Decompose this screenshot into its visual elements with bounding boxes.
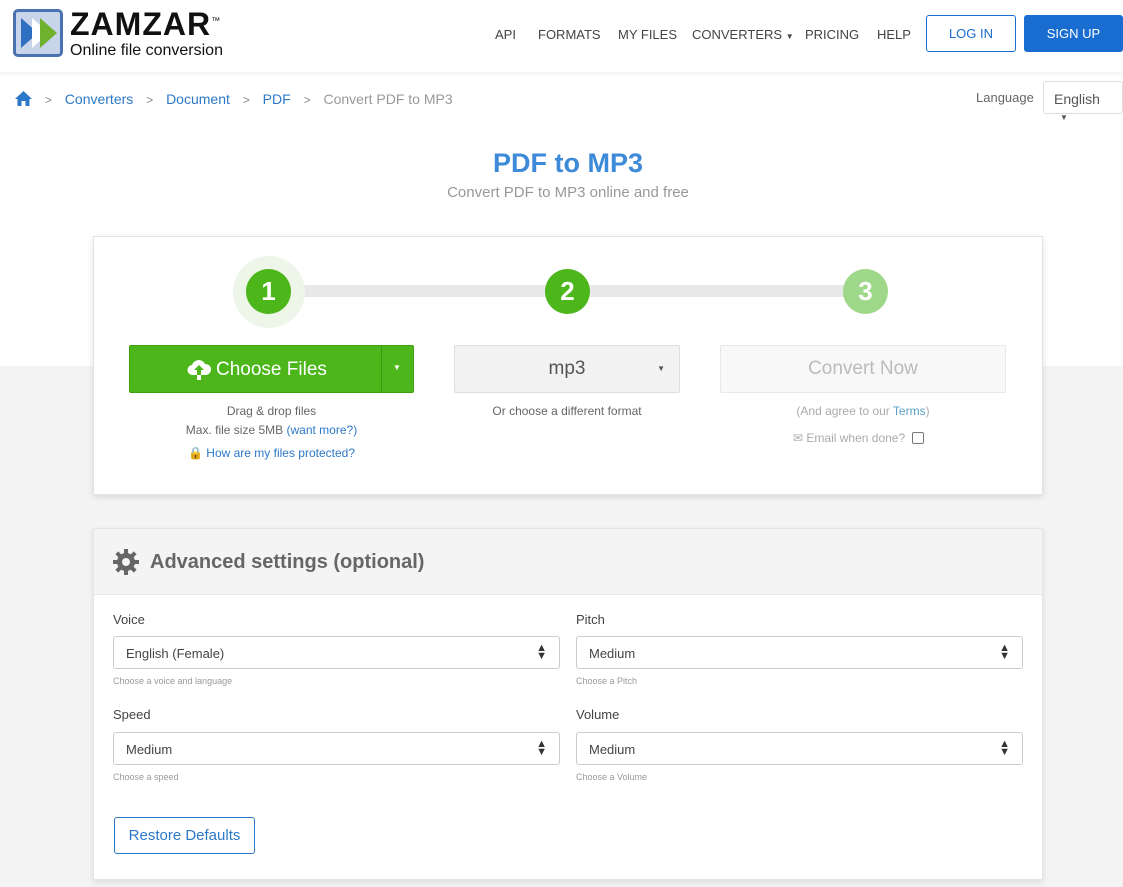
voice-select[interactable]: English (Female)▲▼ <box>113 636 560 669</box>
step-3: 3 <box>843 269 888 314</box>
breadcrumb-separator: > <box>243 93 250 107</box>
breadcrumb-pdf[interactable]: PDF <box>263 91 291 107</box>
sort-arrows-icon: ▲▼ <box>536 740 547 756</box>
breadcrumb-separator: > <box>146 93 153 107</box>
nav-converters[interactable]: CONVERTERS ▼ <box>692 27 794 42</box>
lock-icon: 🔒 <box>188 446 203 460</box>
envelope-icon: ✉ <box>793 431 803 445</box>
advanced-settings-title: Advanced settings (optional) <box>150 551 424 574</box>
signup-button[interactable]: SIGN UP <box>1024 15 1123 52</box>
drag-drop-hint: Drag & drop files <box>129 404 414 418</box>
agree-terms: (And agree to our Terms) <box>720 404 1006 418</box>
page-title: PDF to MP3 <box>0 148 1123 179</box>
caret-down-icon: ▼ <box>1060 113 1068 122</box>
navbar: ZAMZAR™ Online file conversion API FORMA… <box>0 0 1123 72</box>
email-checkbox[interactable] <box>912 432 924 444</box>
caret-down-icon: ▼ <box>657 346 665 392</box>
sort-arrows-icon: ▲▼ <box>999 740 1010 756</box>
choose-files-button[interactable]: Choose Files ▼ <box>129 345 414 393</box>
login-button[interactable]: LOG IN <box>926 15 1016 52</box>
files-protected-link[interactable]: How are my files protected? <box>206 446 355 460</box>
breadcrumb-document[interactable]: Document <box>166 91 230 107</box>
speed-label: Speed <box>113 707 151 722</box>
brand-name[interactable]: ZAMZAR™ <box>70 6 221 43</box>
format-select[interactable]: mp3▼ <box>454 345 680 393</box>
restore-defaults-button[interactable]: Restore Defaults <box>114 817 255 854</box>
nav-pricing[interactable]: PRICING <box>805 27 859 42</box>
breadcrumb-current: Convert PDF to MP3 <box>323 91 452 107</box>
want-more-link[interactable]: (want more?) <box>287 423 358 437</box>
voice-label: Voice <box>113 612 145 627</box>
convert-now-button[interactable]: Convert Now <box>720 345 1006 393</box>
brand-tagline: Online file conversion <box>70 42 223 60</box>
breadcrumb-separator: > <box>304 93 311 107</box>
volume-help: Choose a Volume <box>576 772 647 782</box>
nav-my-files[interactable]: MY FILES <box>618 27 677 42</box>
zamzar-logo-icon[interactable] <box>13 9 63 57</box>
protected-row: 🔒 How are my files protected? <box>129 446 414 460</box>
email-row: ✉ Email when done? <box>793 431 924 445</box>
pitch-help: Choose a Pitch <box>576 676 637 686</box>
voice-help: Choose a voice and language <box>113 676 232 686</box>
speed-help: Choose a speed <box>113 772 179 782</box>
volume-select[interactable]: Medium▲▼ <box>576 732 1023 765</box>
pitch-label: Pitch <box>576 612 605 627</box>
nav-formats[interactable]: FORMATS <box>538 27 601 42</box>
page-subtitle: Convert PDF to MP3 online and free <box>0 184 1123 201</box>
sort-arrows-icon: ▲▼ <box>999 644 1010 660</box>
language-label: Language <box>976 90 1034 105</box>
breadcrumb-separator: > <box>45 93 52 107</box>
breadcrumb: > Converters > Document > PDF > Convert … <box>15 91 453 107</box>
step-1: 1 <box>246 269 291 314</box>
nav-api[interactable]: API <box>495 27 516 42</box>
cloud-upload-icon <box>187 359 211 381</box>
nav-help[interactable]: HELP <box>877 27 911 42</box>
language-select[interactable]: English ▼ <box>1043 81 1123 114</box>
home-icon[interactable] <box>15 91 32 107</box>
max-file-size: Max. file size 5MB (want more?) <box>129 423 414 437</box>
sort-arrows-icon: ▲▼ <box>536 644 547 660</box>
format-hint: Or choose a different format <box>454 404 680 418</box>
caret-down-icon: ▼ <box>786 32 794 41</box>
volume-label: Volume <box>576 707 619 722</box>
advanced-settings-header[interactable]: Advanced settings (optional) <box>94 529 1042 595</box>
dropdown-caret-icon[interactable]: ▼ <box>393 363 401 372</box>
breadcrumb-converters[interactable]: Converters <box>65 91 133 107</box>
step-2: 2 <box>545 269 590 314</box>
terms-link[interactable]: Terms <box>893 404 926 418</box>
speed-select[interactable]: Medium▲▼ <box>113 732 560 765</box>
pitch-select[interactable]: Medium▲▼ <box>576 636 1023 669</box>
gear-icon <box>113 549 139 575</box>
